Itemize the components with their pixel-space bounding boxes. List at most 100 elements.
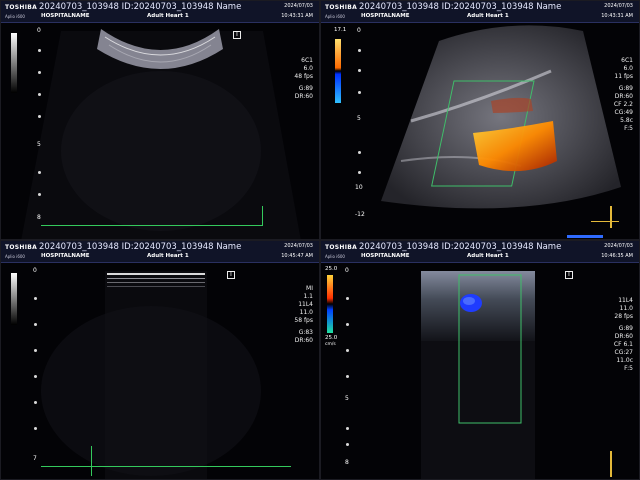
depth-tick bbox=[34, 349, 37, 352]
depth-label-5: 5 bbox=[357, 115, 361, 122]
imaging-parameters: 6C1 6.0 11 fps G:89 DR:60 CF 2.2 CG:49 5… bbox=[614, 57, 633, 133]
imaging-parameters: 11L4 11.0 28 fps G:89 DR:60 CF 6.1 CG:27… bbox=[614, 297, 633, 373]
gain-label: G:83 bbox=[298, 329, 313, 336]
ultrasound-panel-bottom-right[interactable]: TOSHIBA Aplio i600 20240703_103948 ID:20… bbox=[320, 240, 640, 480]
velocity-scale-bar bbox=[335, 39, 341, 103]
brand-logo: TOSHIBA bbox=[325, 244, 358, 251]
depth-label-5: 5 bbox=[345, 395, 349, 402]
exam-time: 10:43:31 AM bbox=[601, 13, 633, 19]
frame-rate: 28 fps bbox=[614, 313, 633, 320]
hospital-name: HOSPITALNAME bbox=[361, 253, 410, 259]
color-gain: CG:49 bbox=[614, 109, 634, 116]
brand-logo: TOSHIBA bbox=[5, 244, 38, 251]
near-field-line bbox=[107, 273, 205, 275]
exam-time: 10:45:47 AM bbox=[281, 253, 313, 259]
filter-label: F:5 bbox=[624, 125, 633, 132]
patient-id: 20240703_103948 ID:20240703_103948 Name bbox=[39, 2, 242, 12]
imaging-parameters: MI 1.1 11L4 11.0 58 fps G:83 DR:60 bbox=[294, 285, 313, 345]
color-frequency: CF 2.2 bbox=[613, 101, 633, 108]
depth-label-7: 7 bbox=[33, 455, 37, 462]
caliper-horizontal[interactable] bbox=[591, 221, 619, 222]
header-bar: TOSHIBA Aplio i600 20240703_103948 ID:20… bbox=[321, 241, 639, 263]
depth-tick bbox=[38, 193, 41, 196]
velocity-unit: cm/s bbox=[325, 342, 336, 347]
model-label: Aplio i600 bbox=[5, 14, 25, 19]
exam-time: 10:46:35 AM bbox=[601, 253, 633, 259]
t-marker: T bbox=[565, 271, 573, 279]
header-bar: TOSHIBA Aplio i600 20240703_103948 ID:20… bbox=[1, 241, 319, 263]
frequency-label: 11.0 bbox=[299, 309, 313, 316]
frequency-label: 6.0 bbox=[623, 65, 633, 72]
probe-label: 6C1 bbox=[621, 57, 633, 64]
probe-label: 11L4 bbox=[298, 301, 313, 308]
imaging-parameters: 6C1 6.0 48 fps G:89 DR:60 bbox=[294, 57, 313, 101]
t-marker: T bbox=[227, 271, 235, 279]
header-bar: TOSHIBA Aplio i600 20240703_103948 ID:20… bbox=[321, 1, 639, 23]
dynamic-range-label: DR:60 bbox=[614, 333, 633, 340]
exam-date: 2024/07/03 bbox=[284, 3, 313, 9]
caliper-horizontal[interactable] bbox=[41, 225, 263, 226]
grayscale-bar bbox=[11, 273, 17, 325]
depth-tick bbox=[358, 49, 361, 52]
depth-tick bbox=[34, 401, 37, 404]
frame-rate: 58 fps bbox=[294, 317, 313, 324]
depth-tick bbox=[34, 375, 37, 378]
depth-label-12: -12 bbox=[355, 211, 365, 218]
velocity-scale-max: 17.1 bbox=[334, 27, 347, 33]
depth-tick bbox=[34, 427, 37, 430]
dynamic-range-label: DR:60 bbox=[294, 93, 313, 100]
gain-label: G:89 bbox=[298, 85, 313, 92]
depth-tick bbox=[34, 297, 37, 300]
linear-color-doppler-image bbox=[327, 271, 535, 479]
exam-date: 2024/07/03 bbox=[604, 243, 633, 249]
exam-date: 2024/07/03 bbox=[604, 3, 633, 9]
exam-preset: Adult Heart 1 bbox=[147, 253, 189, 259]
depth-tick bbox=[38, 49, 41, 52]
hospital-name: HOSPITALNAME bbox=[41, 253, 90, 259]
frequency-label: 11.0 bbox=[619, 305, 633, 312]
color-gain: CG:27 bbox=[614, 349, 634, 356]
color-frequency: CF 6.1 bbox=[613, 341, 633, 348]
probe-label: 6C1 bbox=[301, 57, 313, 64]
ultrasound-panel-bottom-left[interactable]: TOSHIBA Aplio i600 20240703_103948 ID:20… bbox=[0, 240, 320, 480]
patient-id: 20240703_103948 ID:20240703_103948 Name bbox=[359, 2, 562, 12]
depth-tick bbox=[358, 151, 361, 154]
depth-tick bbox=[358, 171, 361, 174]
color-doppler-image bbox=[335, 25, 621, 238]
velocity-scale-min: 25.0 bbox=[325, 335, 338, 341]
bmode-image bbox=[21, 29, 301, 239]
color-scale: 5.8c bbox=[620, 117, 633, 124]
ultrasound-panel-top-right[interactable]: TOSHIBA Aplio i600 20240703_103948 ID:20… bbox=[320, 0, 640, 240]
model-label: Aplio i600 bbox=[325, 254, 345, 259]
gain-label: G:89 bbox=[618, 325, 633, 332]
depth-label-8: 8 bbox=[345, 459, 349, 466]
exam-preset: Adult Heart 1 bbox=[147, 13, 189, 19]
depth-tick bbox=[346, 297, 349, 300]
depth-tick bbox=[358, 69, 361, 72]
caliper-vertical[interactable] bbox=[91, 446, 92, 476]
frame-rate: 11 fps bbox=[614, 73, 633, 80]
hospital-name: HOSPITALNAME bbox=[41, 13, 90, 19]
depth-label-0: 0 bbox=[33, 267, 37, 274]
linear-bmode-image bbox=[41, 271, 261, 479]
caliper-vertical[interactable] bbox=[262, 206, 263, 226]
probe-orientation-marker bbox=[610, 451, 612, 477]
depth-label-5: 5 bbox=[37, 141, 41, 148]
depth-tick bbox=[346, 349, 349, 352]
color-scale: 11.0c bbox=[616, 357, 633, 364]
model-label: Aplio i600 bbox=[5, 254, 25, 259]
depth-label-8: 8 bbox=[37, 214, 41, 221]
probe-label: 11L4 bbox=[618, 297, 633, 304]
exam-preset: Adult Heart 1 bbox=[467, 253, 509, 259]
depth-tick bbox=[346, 375, 349, 378]
depth-tick bbox=[38, 71, 41, 74]
gain-label: G:89 bbox=[618, 85, 633, 92]
exam-preset: Adult Heart 1 bbox=[467, 13, 509, 19]
filter-label: F:5 bbox=[624, 365, 633, 372]
brand-logo: TOSHIBA bbox=[5, 4, 38, 11]
header-bar: TOSHIBA Aplio i600 20240703_103948 ID:20… bbox=[1, 1, 319, 23]
depth-tick bbox=[358, 91, 361, 94]
caliper-horizontal[interactable] bbox=[41, 466, 291, 467]
dynamic-range-label: DR:60 bbox=[294, 337, 313, 344]
ultrasound-panel-top-left[interactable]: TOSHIBA Aplio i600 20240703_103948 ID:20… bbox=[0, 0, 320, 240]
